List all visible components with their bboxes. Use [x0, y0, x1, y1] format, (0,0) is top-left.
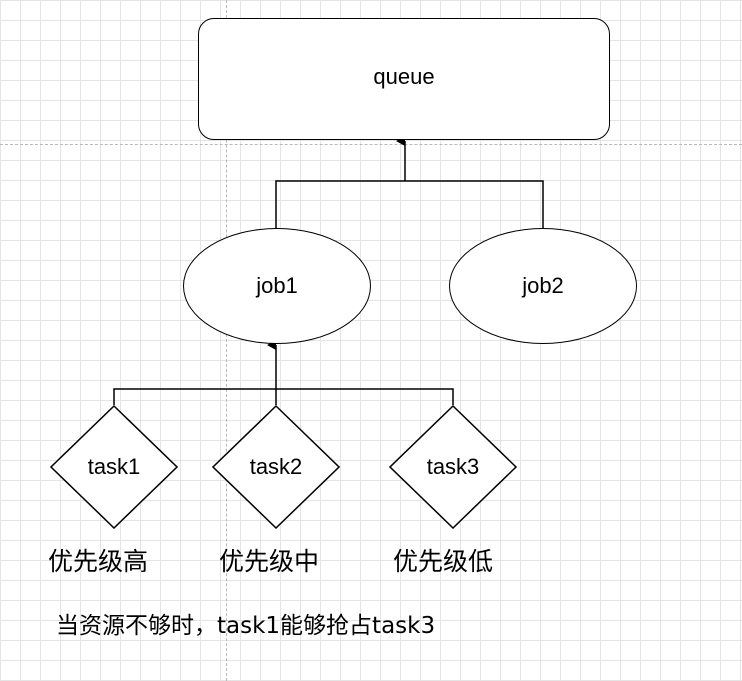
task3-priority-label: 优先级低: [393, 547, 494, 576]
job1-label: job1: [256, 273, 298, 298]
queue-label: queue: [373, 64, 435, 89]
connector-task3-job1: [276, 388, 454, 405]
task2-label: task2: [249, 454, 303, 479]
task2-priority-label: 优先级中: [219, 547, 320, 576]
task1-priority-label: 优先级高: [48, 547, 149, 576]
job2-label: job2: [522, 273, 564, 298]
job2-node: job2: [449, 228, 637, 344]
connector-job1-queue: [275, 180, 405, 228]
task3-label: task3: [426, 454, 480, 479]
connector-job2-queue: [405, 180, 544, 228]
job1-node: job1: [183, 228, 371, 344]
connector-task1-job1: [113, 388, 276, 405]
task2-node: task2: [212, 405, 340, 529]
queue-node: queue: [198, 18, 610, 140]
task3-node: task3: [389, 405, 517, 529]
diagram-canvas: queue job1 job2 task1 task2 task3 优先级高 优…: [0, 0, 742, 681]
task1-node: task1: [50, 405, 178, 529]
task1-label: task1: [87, 454, 141, 479]
preemption-note: 当资源不够时，task1能够抢占task3: [56, 613, 436, 639]
